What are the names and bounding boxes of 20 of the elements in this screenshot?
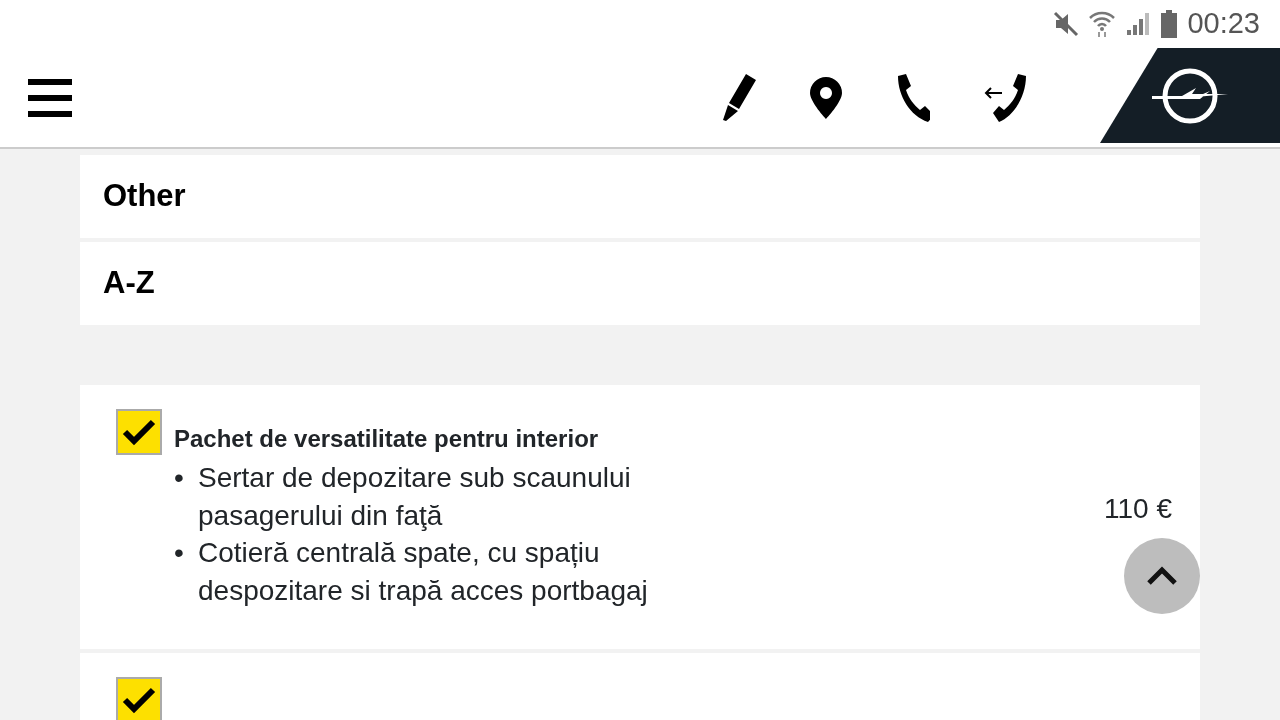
- feature-item: Cotieră centrală spate, cu spațiu despozitare si trapă acces portbagaj: [198, 536, 649, 608]
- bullet-marker: •: [174, 461, 185, 495]
- mute-icon: [1053, 11, 1080, 37]
- logo-banner[interactable]: [1100, 48, 1280, 143]
- location-pin-icon[interactable]: [810, 76, 842, 119]
- status-time: 00:23: [1187, 6, 1260, 42]
- signal-icon: [1125, 11, 1152, 37]
- bullet-marker: •: [174, 536, 185, 570]
- pencil-icon[interactable]: [720, 73, 758, 122]
- category-row[interactable]: A-Z: [80, 242, 1200, 325]
- category-row[interactable]: Other: [80, 155, 1200, 238]
- checkbox[interactable]: [116, 677, 162, 720]
- chevron-up-icon: [1146, 566, 1178, 586]
- menu-button[interactable]: [28, 78, 72, 117]
- wifi-icon: [1089, 10, 1116, 38]
- feature-item: Sertar de depozitare sub scaunului pasagerului din faţă: [198, 461, 632, 533]
- checkbox[interactable]: [116, 409, 162, 455]
- option-price: 110 €: [1104, 492, 1172, 526]
- option-title: Pachet de versatilitate pentru interior: [174, 424, 600, 454]
- battery-icon: [1161, 10, 1178, 38]
